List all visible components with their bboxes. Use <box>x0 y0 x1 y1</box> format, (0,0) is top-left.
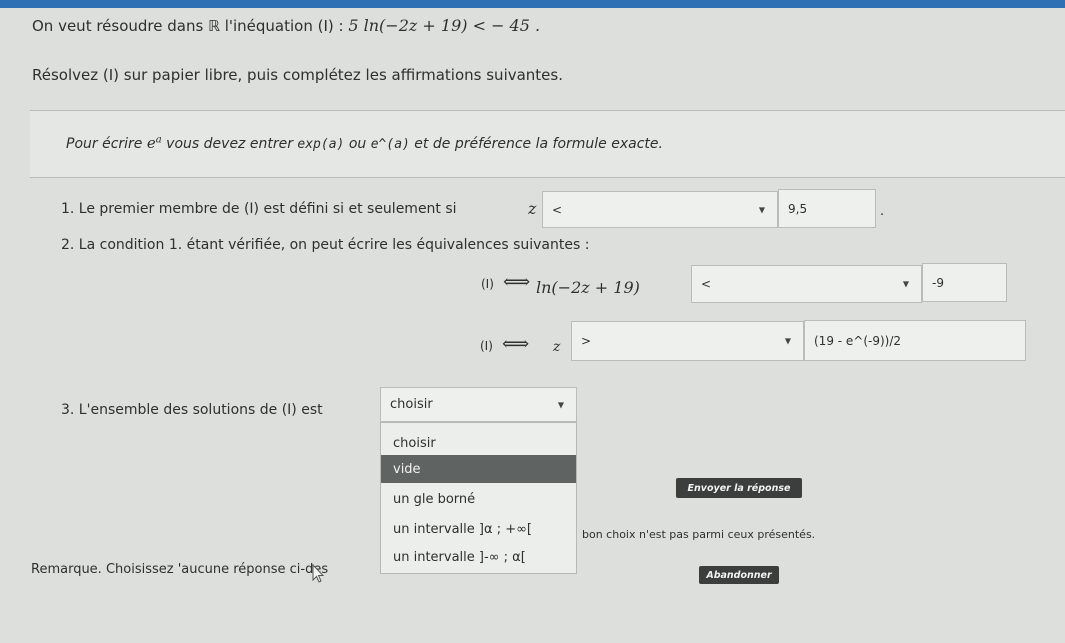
dropdown-option-choisir[interactable]: choisir <box>381 429 576 457</box>
q2-line1-operator-select[interactable]: < ▼ <box>691 265 922 303</box>
q1-variable: z <box>528 199 537 218</box>
chevron-down-icon: ▼ <box>784 336 791 346</box>
info-text: Pour écrire ea vous devez entrer exp(a) … <box>66 134 663 152</box>
top-accent-bar <box>0 0 1065 8</box>
dropdown-option-alpha-plus-inf[interactable]: un intervalle ]α ; +∞[ <box>381 515 576 543</box>
code-exp: exp(a) <box>297 137 345 152</box>
code-caret: e^(a) <box>370 137 410 152</box>
dropdown-option-minus-inf-alpha[interactable]: un intervalle ]-∞ ; α[ <box>381 543 576 571</box>
q3-solution-select[interactable]: choisir ▼ <box>380 387 577 422</box>
problem-statement: On veut résoudre dans ℝ l'inéquation (I)… <box>32 16 540 35</box>
chevron-down-icon: ▼ <box>557 400 564 409</box>
q2-line2-prefix: (I) <box>480 339 493 353</box>
chevron-down-icon: ▼ <box>902 279 909 289</box>
q1-operator-select[interactable]: < ▼ <box>542 191 778 228</box>
intro-text: On veut résoudre dans ℝ l'inéquation (I)… <box>32 17 349 35</box>
exp-base: e <box>146 134 156 152</box>
info-box: Pour écrire ea vous devez entrer exp(a) … <box>30 110 1065 178</box>
q2-line2-operator-select[interactable]: > ▼ <box>571 321 804 361</box>
instruction-text: Résolvez (I) sur papier libre, puis comp… <box>32 66 563 84</box>
abandon-button[interactable]: Abandonner <box>699 566 779 584</box>
q2-line2-variable: z <box>553 339 561 355</box>
q2-line2-answer-input[interactable]: (19 - e^(-9))/2 <box>804 320 1026 361</box>
dropdown-option-vide[interactable]: vide <box>381 455 576 483</box>
q2-line1-expression: ln(−2z + 19) <box>536 278 640 297</box>
equivalence-arrow-icon: ⟺ <box>503 271 531 293</box>
q2-line1-prefix: (I) <box>481 277 494 291</box>
q1-trailing-dot: . <box>880 204 885 219</box>
q2-label: 2. La condition 1. étant vérifiée, on pe… <box>61 237 590 253</box>
remark-text-end: bon choix n'est pas parmi ceux présentés… <box>582 528 816 541</box>
dropdown-option-borne[interactable]: un gle borné <box>381 485 576 513</box>
q2-line1-answer-input[interactable]: -9 <box>922 263 1007 302</box>
mouse-cursor-icon <box>312 564 325 583</box>
q1-label: 1. Le premier membre de (I) est défini s… <box>61 201 457 217</box>
equivalence-arrow-icon: ⟺ <box>502 333 530 355</box>
q3-dropdown-menu: choisir vide un gle borné un intervalle … <box>380 422 577 574</box>
chevron-down-icon: ▼ <box>758 205 765 214</box>
q1-operator-value: < <box>552 202 563 217</box>
inequation: 5 ln(−2z + 19) < − 45 . <box>348 16 541 35</box>
q3-label: 3. L'ensemble des solutions de (I) est <box>61 402 323 418</box>
submit-button[interactable]: Envoyer la réponse <box>676 478 802 498</box>
q1-answer-input[interactable]: 9,5 <box>778 189 876 228</box>
